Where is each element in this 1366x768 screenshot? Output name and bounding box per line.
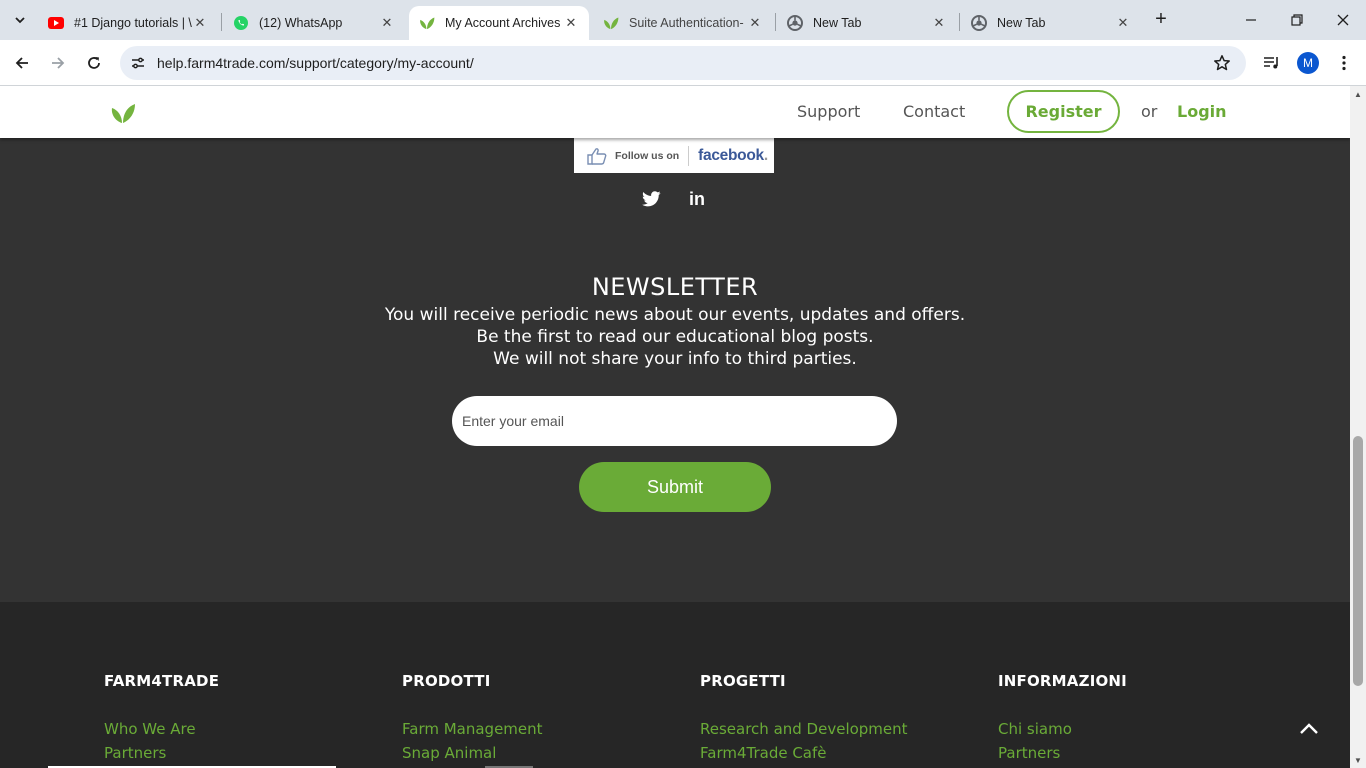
new-tab-button[interactable]: + — [1150, 9, 1172, 31]
avatar-initial: M — [1303, 56, 1313, 70]
newsletter-line: You will receive periodic news about our… — [384, 305, 966, 325]
page-scrollbar[interactable]: ▲ ▼ — [1350, 86, 1366, 768]
bookmark-star-icon[interactable] — [1212, 53, 1232, 73]
close-icon[interactable]: ✕ — [192, 15, 208, 31]
tab-separator — [959, 13, 960, 31]
tab-new-tab-1[interactable]: New Tab ✕ — [777, 6, 957, 40]
close-icon — [1337, 14, 1349, 26]
reload-button[interactable] — [82, 51, 106, 75]
footer-link[interactable]: Chi siamo — [998, 720, 1072, 738]
site-header: Support Contact Register or Login — [0, 86, 1350, 138]
newsletter-line: Be the first to read our educational blo… — [476, 327, 874, 347]
tab-search-button[interactable] — [6, 8, 34, 32]
back-to-top-button[interactable] — [1296, 716, 1322, 742]
twitter-icon[interactable] — [641, 189, 661, 209]
media-controls-button[interactable] — [1260, 51, 1284, 75]
newsletter-submit-button[interactable]: Submit — [579, 462, 771, 512]
farm4trade-leaf-icon — [419, 15, 435, 31]
footer-link[interactable]: Who We Are — [104, 720, 196, 738]
url-text: help.farm4trade.com/support/category/my-… — [157, 55, 474, 71]
chevron-up-icon — [1300, 723, 1318, 734]
tab-django[interactable]: #1 Django tutorials | \ ✕ — [38, 6, 218, 40]
youtube-icon — [48, 15, 64, 31]
arrow-right-icon — [52, 57, 65, 69]
restore-button[interactable] — [1274, 0, 1320, 40]
footer-link[interactable]: Farm Management — [402, 720, 543, 738]
footer-column-title: PRODOTTI — [402, 672, 491, 690]
whatsapp-icon — [233, 15, 249, 31]
footer-link[interactable]: Farm4Trade Cafè — [700, 744, 827, 762]
facebook-wordmark-dot: . — [763, 146, 768, 164]
tab-new-tab-2[interactable]: New Tab ✕ — [961, 6, 1141, 40]
footer-column-title: PROGETTI — [700, 672, 786, 690]
close-icon[interactable]: ✕ — [931, 15, 947, 31]
forward-button[interactable] — [46, 51, 70, 75]
tab-label: New Tab — [997, 16, 1046, 30]
tab-whatsapp[interactable]: (12) WhatsApp ✕ — [223, 6, 405, 40]
footer-column-title: INFORMAZIONI — [998, 672, 1127, 690]
tab-separator — [221, 13, 222, 31]
tab-my-account-archives[interactable]: My Account Archives ✕ — [409, 6, 589, 40]
profile-avatar[interactable]: M — [1297, 52, 1319, 74]
thumbs-up-icon — [587, 147, 607, 165]
footer-link[interactable]: Research and Development — [700, 720, 908, 738]
facebook-wordmark: facebook — [698, 146, 764, 164]
tab-label: My Account Archives — [445, 16, 561, 30]
browser-tab-bar: #1 Django tutorials | \ ✕ (12) WhatsApp … — [0, 0, 1366, 40]
tab-label: New Tab — [813, 16, 862, 30]
scrollbar-thumb[interactable] — [1353, 436, 1363, 686]
back-button[interactable] — [10, 51, 34, 75]
footer-link[interactable]: Partners — [104, 744, 166, 762]
restore-icon — [1291, 14, 1303, 26]
farm4trade-leaf-icon — [603, 15, 619, 31]
scroll-up-arrow-icon[interactable]: ▲ — [1350, 86, 1366, 102]
chevron-down-icon — [15, 17, 25, 24]
linkedin-glyph: in — [689, 188, 705, 209]
minimize-icon — [1246, 19, 1256, 21]
scroll-down-arrow-icon[interactable]: ▼ — [1350, 752, 1366, 768]
plus-icon: + — [1155, 8, 1167, 30]
address-bar[interactable]: help.farm4trade.com/support/category/my-… — [120, 46, 1246, 80]
divider — [688, 145, 690, 166]
nav-contact[interactable]: Contact — [903, 102, 965, 121]
close-icon[interactable]: ✕ — [747, 15, 763, 31]
tab-label: #1 Django tutorials | \ — [74, 16, 192, 30]
chrome-icon — [971, 15, 987, 31]
login-link[interactable]: Login — [1177, 102, 1227, 121]
footer-column-title: FARM4TRADE — [104, 672, 220, 690]
facebook-follow-button[interactable]: Follow us on facebook. — [574, 138, 774, 173]
tab-label: (12) WhatsApp — [259, 16, 343, 30]
footer-link[interactable]: Snap Animal — [402, 744, 496, 762]
close-icon[interactable]: ✕ — [563, 15, 579, 31]
nav-support[interactable]: Support — [797, 102, 860, 121]
newsletter-title: NEWSLETTER — [591, 273, 759, 301]
minimize-button[interactable] — [1228, 0, 1274, 40]
linkedin-icon[interactable]: in — [687, 189, 707, 209]
media-queue-icon — [1264, 57, 1278, 69]
close-window-button[interactable] — [1320, 0, 1366, 40]
register-button[interactable]: Register — [1007, 90, 1120, 133]
or-text: or — [1141, 102, 1158, 121]
site-footer: FARM4TRADE Who We Are Partners PRODOTTI … — [0, 602, 1350, 768]
browser-menu-button[interactable] — [1332, 51, 1356, 75]
more-vertical-icon — [1342, 55, 1346, 71]
arrow-left-icon — [15, 57, 28, 69]
close-icon[interactable]: ✕ — [379, 15, 395, 31]
newsletter-email-input[interactable] — [452, 396, 897, 446]
site-info-icon[interactable] — [128, 53, 148, 73]
tab-suite-authentication[interactable]: Suite Authentication- ✕ — [593, 6, 773, 40]
chrome-icon — [787, 15, 803, 31]
web-page: Support Contact Register or Login Follow… — [0, 86, 1350, 768]
footer-link[interactable]: Partners — [998, 744, 1060, 762]
reload-icon — [88, 57, 100, 69]
tab-label: Suite Authentication- — [629, 16, 744, 30]
tab-separator — [775, 13, 776, 31]
browser-toolbar: help.farm4trade.com/support/category/my-… — [0, 40, 1366, 86]
farm4trade-logo-icon[interactable] — [110, 102, 136, 124]
newsletter-line: We will not share your info to third par… — [493, 349, 857, 369]
close-icon[interactable]: ✕ — [1115, 15, 1131, 31]
follow-us-text: Follow us on — [615, 149, 680, 162]
